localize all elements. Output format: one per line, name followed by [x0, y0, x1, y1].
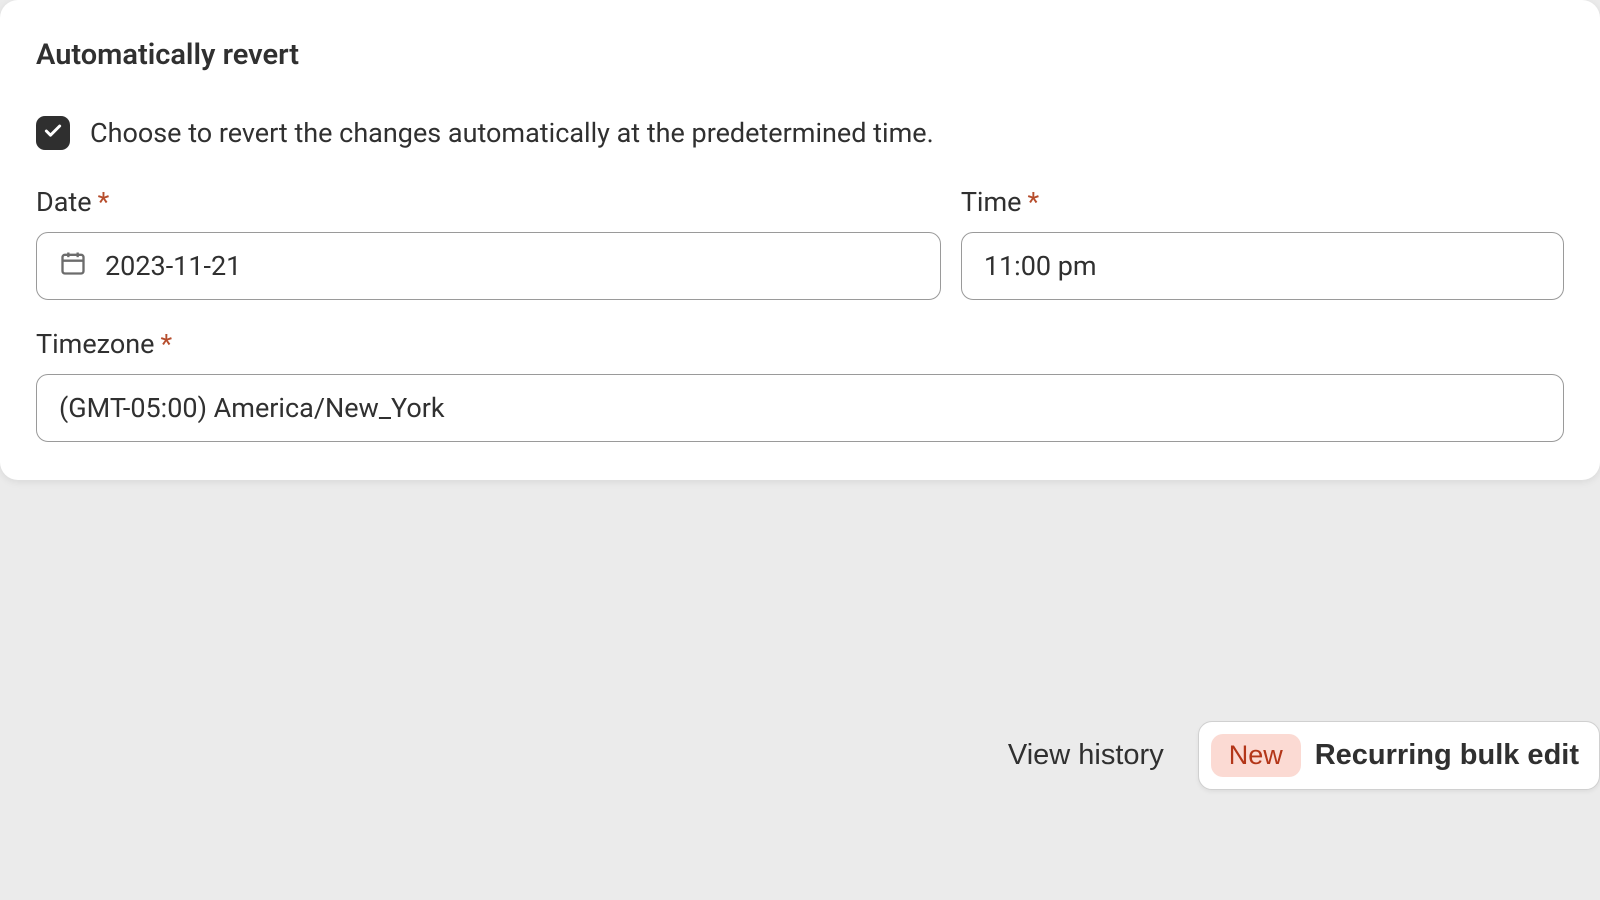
- time-field-group: Time* 11:00 pm: [961, 186, 1564, 300]
- date-value: 2023-11-21: [105, 250, 241, 282]
- date-input[interactable]: 2023-11-21: [36, 232, 941, 300]
- revert-checkbox-label: Choose to revert the changes automatical…: [90, 117, 934, 149]
- required-marker: *: [160, 328, 172, 360]
- checkmark-icon: [43, 121, 63, 145]
- time-value: 11:00 pm: [984, 250, 1097, 282]
- timezone-value: (GMT-05:00) America/New_York: [59, 392, 445, 424]
- date-field-group: Date* 2023-11-21: [36, 186, 941, 300]
- view-history-button[interactable]: View history: [1008, 739, 1164, 772]
- revert-checkbox[interactable]: [36, 116, 70, 150]
- time-label: Time*: [961, 186, 1564, 218]
- timezone-label-text: Timezone: [36, 328, 154, 360]
- timezone-select[interactable]: (GMT-05:00) America/New_York: [36, 374, 1564, 442]
- time-input[interactable]: 11:00 pm: [961, 232, 1564, 300]
- timezone-label: Timezone*: [36, 328, 1564, 360]
- date-label-text: Date: [36, 186, 92, 218]
- date-label: Date*: [36, 186, 941, 218]
- date-time-row: Date* 2023-11-21 Time* 11:00 pm: [36, 186, 1564, 300]
- card-title: Automatically revert: [36, 38, 1564, 72]
- recurring-bulk-edit-button[interactable]: New Recurring bulk edit: [1198, 721, 1600, 790]
- recurring-bulk-edit-label: Recurring bulk edit: [1315, 739, 1579, 772]
- required-marker: *: [1027, 186, 1039, 218]
- new-badge: New: [1211, 734, 1301, 777]
- time-label-text: Time: [961, 186, 1022, 218]
- footer-actions: View history New Recurring bulk edit: [0, 721, 1600, 790]
- revert-checkbox-row: Choose to revert the changes automatical…: [36, 116, 1564, 150]
- auto-revert-card: Automatically revert Choose to revert th…: [0, 0, 1600, 480]
- required-marker: *: [98, 186, 110, 218]
- timezone-field-group: Timezone* (GMT-05:00) America/New_York: [36, 328, 1564, 442]
- calendar-icon: [59, 249, 87, 284]
